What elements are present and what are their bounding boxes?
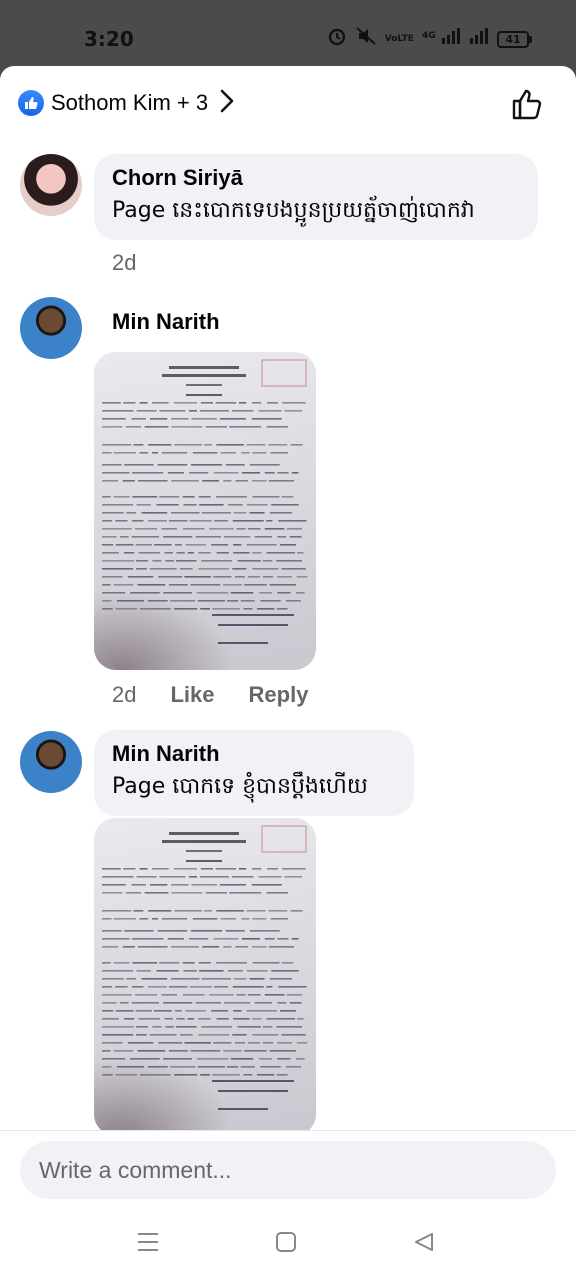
reaction-names: Sothom Kim + 3: [51, 90, 209, 115]
comment-image[interactable]: [94, 818, 316, 1136]
avatar[interactable]: [20, 154, 82, 216]
avatar[interactable]: [20, 297, 82, 359]
chevron-right-icon[interactable]: [220, 89, 234, 117]
signal-icon: [469, 27, 489, 51]
comment-text: Page នេះបោកទេបងប្អូនប្រយត្ន័ចាញ់បោកវា: [112, 198, 475, 223]
thumbs-up-icon[interactable]: [510, 86, 546, 122]
battery-icon: 41: [497, 30, 532, 48]
reply-button[interactable]: Reply: [249, 682, 309, 708]
like-button[interactable]: Like: [170, 682, 214, 708]
back-icon[interactable]: [404, 1222, 444, 1262]
net-type-label: 4G: [421, 31, 436, 41]
status-icons: VoLTE 4G 41: [327, 26, 532, 52]
comment-text: Page បោកទេ ខ្ញុំបានប្ដឹងហើយ: [112, 774, 368, 799]
comment-author[interactable]: Min Narith: [112, 740, 396, 768]
battery-level: 41: [497, 30, 529, 48]
comment-composer: [0, 1130, 576, 1214]
comment-meta: 2d: [112, 250, 136, 276]
alarm-icon: [327, 26, 347, 52]
status-bar: 3:20 VoLTE 4G 41: [0, 0, 576, 66]
comment-meta: 2d Like Reply: [112, 682, 308, 708]
home-icon[interactable]: [266, 1222, 306, 1262]
comments-sheet: Sothom Kim + 3 Chorn Siriyā Page នេះបោកទ…: [0, 66, 576, 1280]
comment-author[interactable]: Chorn Siriyā: [112, 164, 520, 192]
volte-label: VoLTE: [384, 33, 414, 44]
like-reaction-icon: [18, 90, 44, 116]
mute-icon: [355, 26, 377, 52]
system-nav-bar: [0, 1214, 576, 1280]
signal-4g-icon: 4G: [422, 27, 461, 51]
comment-bubble[interactable]: Chorn Siriyā Page នេះបោកទេបងប្អូនប្រយត្ន…: [94, 154, 538, 240]
reactions-summary[interactable]: Sothom Kim + 3: [18, 88, 234, 118]
menu-icon[interactable]: [128, 1222, 168, 1262]
comment-time: 2d: [112, 682, 137, 707]
comment-author[interactable]: Min Narith: [112, 308, 220, 336]
comment-time: 2d: [112, 250, 137, 275]
comment-input[interactable]: [20, 1141, 556, 1199]
avatar[interactable]: [20, 731, 82, 793]
comment-bubble[interactable]: Min Narith Page បោកទេ ខ្ញុំបានប្ដឹងហើយ: [94, 730, 414, 816]
status-time: 3:20: [84, 27, 134, 51]
comment-image[interactable]: [94, 352, 316, 670]
